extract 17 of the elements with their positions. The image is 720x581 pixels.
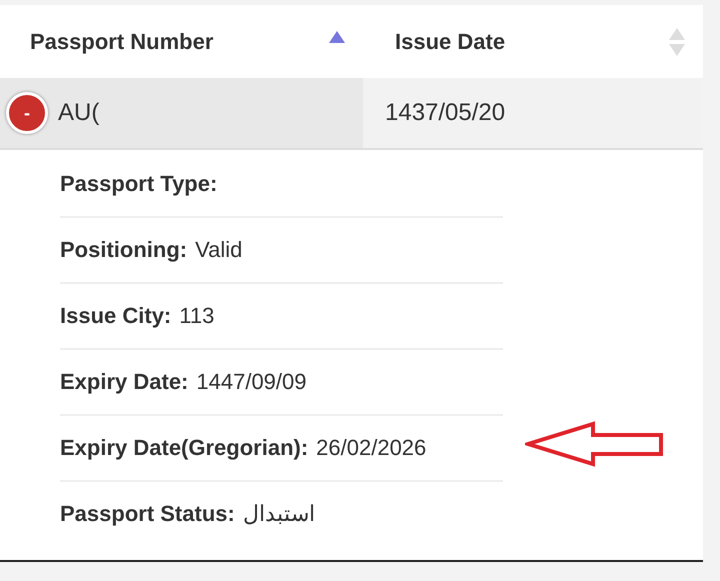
field-label: Passport Status:	[60, 501, 235, 527]
field-label: Issue City:	[60, 303, 172, 329]
field-label: Passport Type:	[60, 171, 218, 197]
field-value: استبدال	[242, 501, 315, 527]
column-header[interactable]: Passport Number	[0, 5, 363, 78]
field-value: Valid	[195, 237, 242, 263]
field-label: Expiry Date:	[60, 369, 188, 395]
field-value: 26/02/2026	[316, 435, 426, 461]
column-header[interactable]: Issue Date	[363, 5, 703, 78]
table-cell: 1437/05/20	[363, 78, 703, 148]
field-value: 1447/09/09	[196, 369, 306, 395]
table-cell: AU(	[58, 99, 100, 127]
field-label: Positioning:	[60, 237, 188, 263]
field-label: Expiry Date(Gregorian):	[60, 435, 308, 461]
arrow-icon	[525, 421, 665, 467]
collapse-button[interactable]: -	[6, 92, 48, 134]
field-value: 113	[179, 303, 214, 329]
